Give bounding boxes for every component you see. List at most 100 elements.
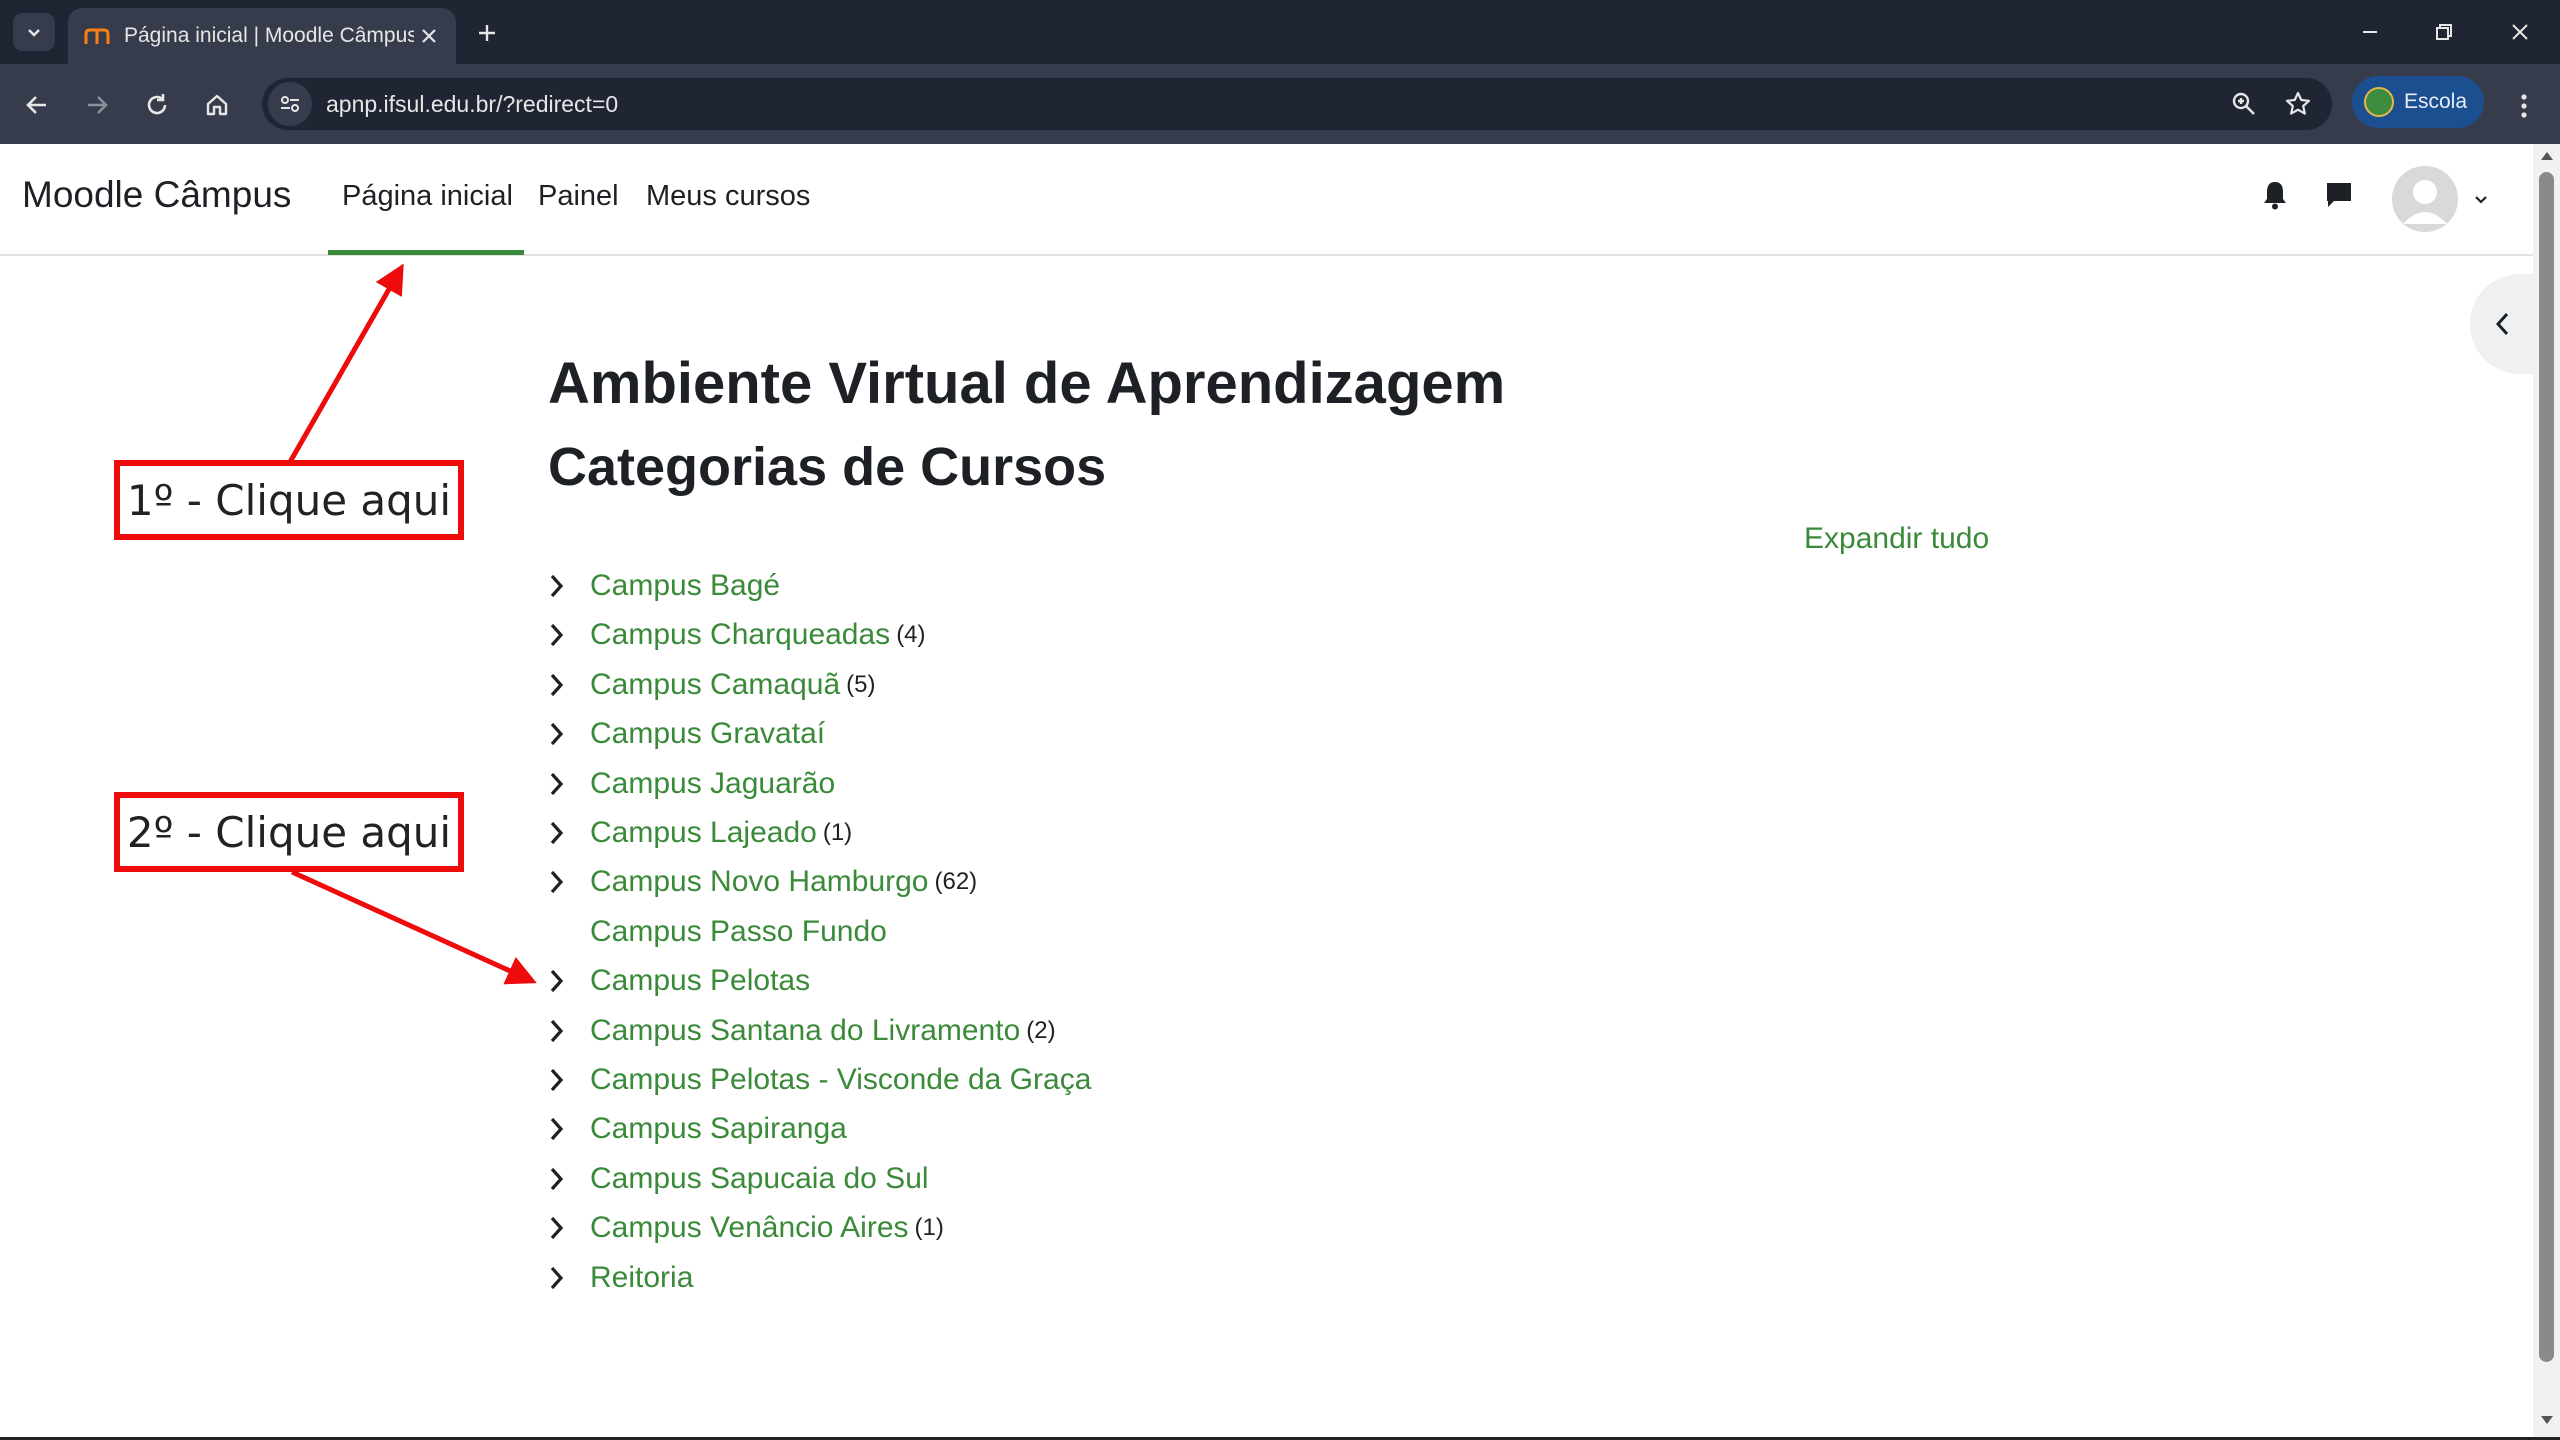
category-link[interactable]: Campus Pelotas (590, 964, 810, 998)
category-link[interactable]: Campus Camaquã (590, 668, 840, 702)
notifications-bell-icon[interactable] (2254, 174, 2296, 216)
category-link[interactable]: Campus Charqueadas (590, 618, 890, 652)
category-item[interactable]: Campus Pelotas - Visconde da Graça (548, 1060, 1091, 1100)
zoom-icon[interactable] (2224, 84, 2264, 124)
category-item[interactable]: Campus Sapiranga (548, 1109, 847, 1149)
category-item[interactable]: Campus Passo Fundo (548, 912, 887, 952)
messages-icon[interactable] (2318, 174, 2360, 216)
chevron-right-icon[interactable] (548, 764, 590, 804)
chevron-right-icon[interactable] (548, 566, 590, 606)
profile-button[interactable]: Escola (2352, 76, 2484, 128)
user-menu-chevron-icon[interactable] (2466, 184, 2496, 214)
chevron-right-icon[interactable] (548, 1208, 590, 1248)
chevron-right-icon[interactable] (548, 1011, 590, 1051)
site-navbar: Moodle Câmpus Página inicial Painel Meus… (0, 144, 2533, 256)
category-course-count: (5) (846, 670, 876, 698)
chevron-right-icon[interactable] (548, 1258, 590, 1298)
restore-icon (2436, 24, 2452, 40)
bookmark-star-icon[interactable] (2278, 84, 2318, 124)
category-item[interactable]: Campus Jaguarão (548, 764, 835, 804)
category-link[interactable]: Campus Sapucaia do Sul (590, 1162, 929, 1196)
reload-button[interactable] (138, 86, 176, 124)
arrow-right-icon (88, 96, 108, 114)
minimize-button[interactable] (2340, 10, 2400, 54)
category-link[interactable]: Campus Bagé (590, 569, 780, 603)
category-item[interactable]: Campus Novo Hamburgo (62) (548, 862, 977, 902)
home-button[interactable] (198, 86, 236, 124)
moodle-favicon-icon (84, 24, 110, 48)
close-icon (2512, 24, 2528, 40)
category-item[interactable]: Campus Lajeado (1) (548, 813, 852, 853)
category-link[interactable]: Campus Novo Hamburgo (590, 865, 928, 899)
category-link[interactable]: Campus Jaguarão (590, 767, 835, 801)
active-tab[interactable]: Página inicial | Moodle Câmpus (68, 8, 456, 64)
category-link[interactable]: Reitoria (590, 1261, 693, 1295)
category-item[interactable]: Campus Charqueadas (4) (548, 615, 926, 655)
category-link[interactable]: Campus Pelotas - Visconde da Graça (590, 1063, 1091, 1097)
category-course-count: (1) (822, 819, 853, 846)
profile-label: Escola (2404, 90, 2468, 113)
back-button[interactable] (18, 86, 56, 124)
category-link[interactable]: Campus Lajeado (590, 816, 817, 850)
category-link[interactable]: Campus Sapiranga (590, 1112, 847, 1146)
page-scrollbar[interactable] (2533, 144, 2560, 1440)
nav-home[interactable]: Página inicial (342, 180, 513, 213)
active-nav-indicator (328, 250, 524, 255)
reload-icon (147, 94, 167, 115)
browser-menu-button[interactable] (2508, 86, 2540, 126)
chevron-down-icon (28, 29, 40, 37)
scroll-down-arrow-icon[interactable] (2540, 1414, 2554, 1426)
category-item[interactable]: Campus Gravataí (548, 714, 825, 754)
category-link[interactable]: Campus Gravataí (590, 717, 825, 751)
address-bar[interactable]: apnp.ifsul.edu.br/?redirect=0 (262, 78, 2332, 130)
category-link[interactable]: Campus Santana do Livramento (590, 1014, 1020, 1048)
chevron-right-icon[interactable] (548, 714, 590, 754)
chevron-right-icon[interactable] (548, 1159, 590, 1199)
nav-dashboard[interactable]: Painel (538, 180, 619, 213)
chevron-right-icon[interactable] (548, 961, 590, 1001)
minimize-icon (2363, 31, 2377, 33)
chevron-right-icon[interactable] (548, 862, 590, 902)
nav-my-courses[interactable]: Meus cursos (646, 180, 810, 213)
category-item[interactable]: Campus Bagé (548, 566, 780, 606)
chevron-right-icon[interactable] (548, 1109, 590, 1149)
home-icon (206, 94, 228, 116)
browser-toolbar: apnp.ifsul.edu.br/?redirect=0 Escola (0, 64, 2560, 144)
chevron-right-icon[interactable] (548, 1060, 590, 1100)
forward-button[interactable] (78, 86, 116, 124)
expand-all-link[interactable]: Expandir tudo (1804, 522, 1989, 556)
profile-avatar-icon (2364, 87, 2394, 117)
tab-search-button[interactable] (13, 13, 55, 51)
category-link[interactable]: Campus Passo Fundo (590, 915, 887, 949)
category-item[interactable]: Campus Venâncio Aires (1) (548, 1208, 944, 1248)
new-tab-button[interactable] (470, 16, 504, 50)
close-window-button[interactable] (2490, 10, 2550, 54)
category-item[interactable]: Campus Santana do Livramento (2) (548, 1011, 1056, 1051)
tab-close-icon[interactable] (414, 21, 444, 51)
arrow-left-icon (26, 96, 46, 114)
restore-button[interactable] (2414, 10, 2474, 54)
user-avatar[interactable] (2392, 166, 2458, 232)
category-item[interactable]: Campus Camaquã (5) (548, 665, 875, 705)
annotation-step-2: 2º - Clique aqui (114, 792, 464, 872)
page-title: Ambiente Virtual de Aprendizagem (548, 351, 1506, 416)
browser-tab-bar: Página inicial | Moodle Câmpus (0, 0, 2560, 64)
site-brand[interactable]: Moodle Câmpus (22, 174, 291, 216)
scrollbar-thumb[interactable] (2539, 172, 2554, 1362)
category-link[interactable]: Campus Venâncio Aires (590, 1211, 909, 1245)
category-spacer (548, 912, 590, 952)
category-course-count: (62) (934, 868, 978, 896)
chevron-right-icon[interactable] (548, 813, 590, 853)
annotation-step-1-text: 1º - Clique aqui (126, 475, 452, 525)
site-info-icon[interactable] (268, 82, 312, 126)
category-course-count: (4) (896, 621, 926, 649)
url-text[interactable]: apnp.ifsul.edu.br/?redirect=0 (326, 91, 2224, 118)
category-item[interactable]: Reitoria (548, 1258, 693, 1298)
category-item[interactable]: Campus Sapucaia do Sul (548, 1159, 929, 1199)
kebab-menu-icon (2521, 94, 2527, 118)
chevron-right-icon[interactable] (548, 665, 590, 705)
category-item[interactable]: Campus Pelotas (548, 961, 810, 1001)
annotation-step-2-text: 2º - Clique aqui (126, 807, 452, 857)
scroll-up-arrow-icon[interactable] (2540, 150, 2554, 162)
chevron-right-icon[interactable] (548, 615, 590, 655)
